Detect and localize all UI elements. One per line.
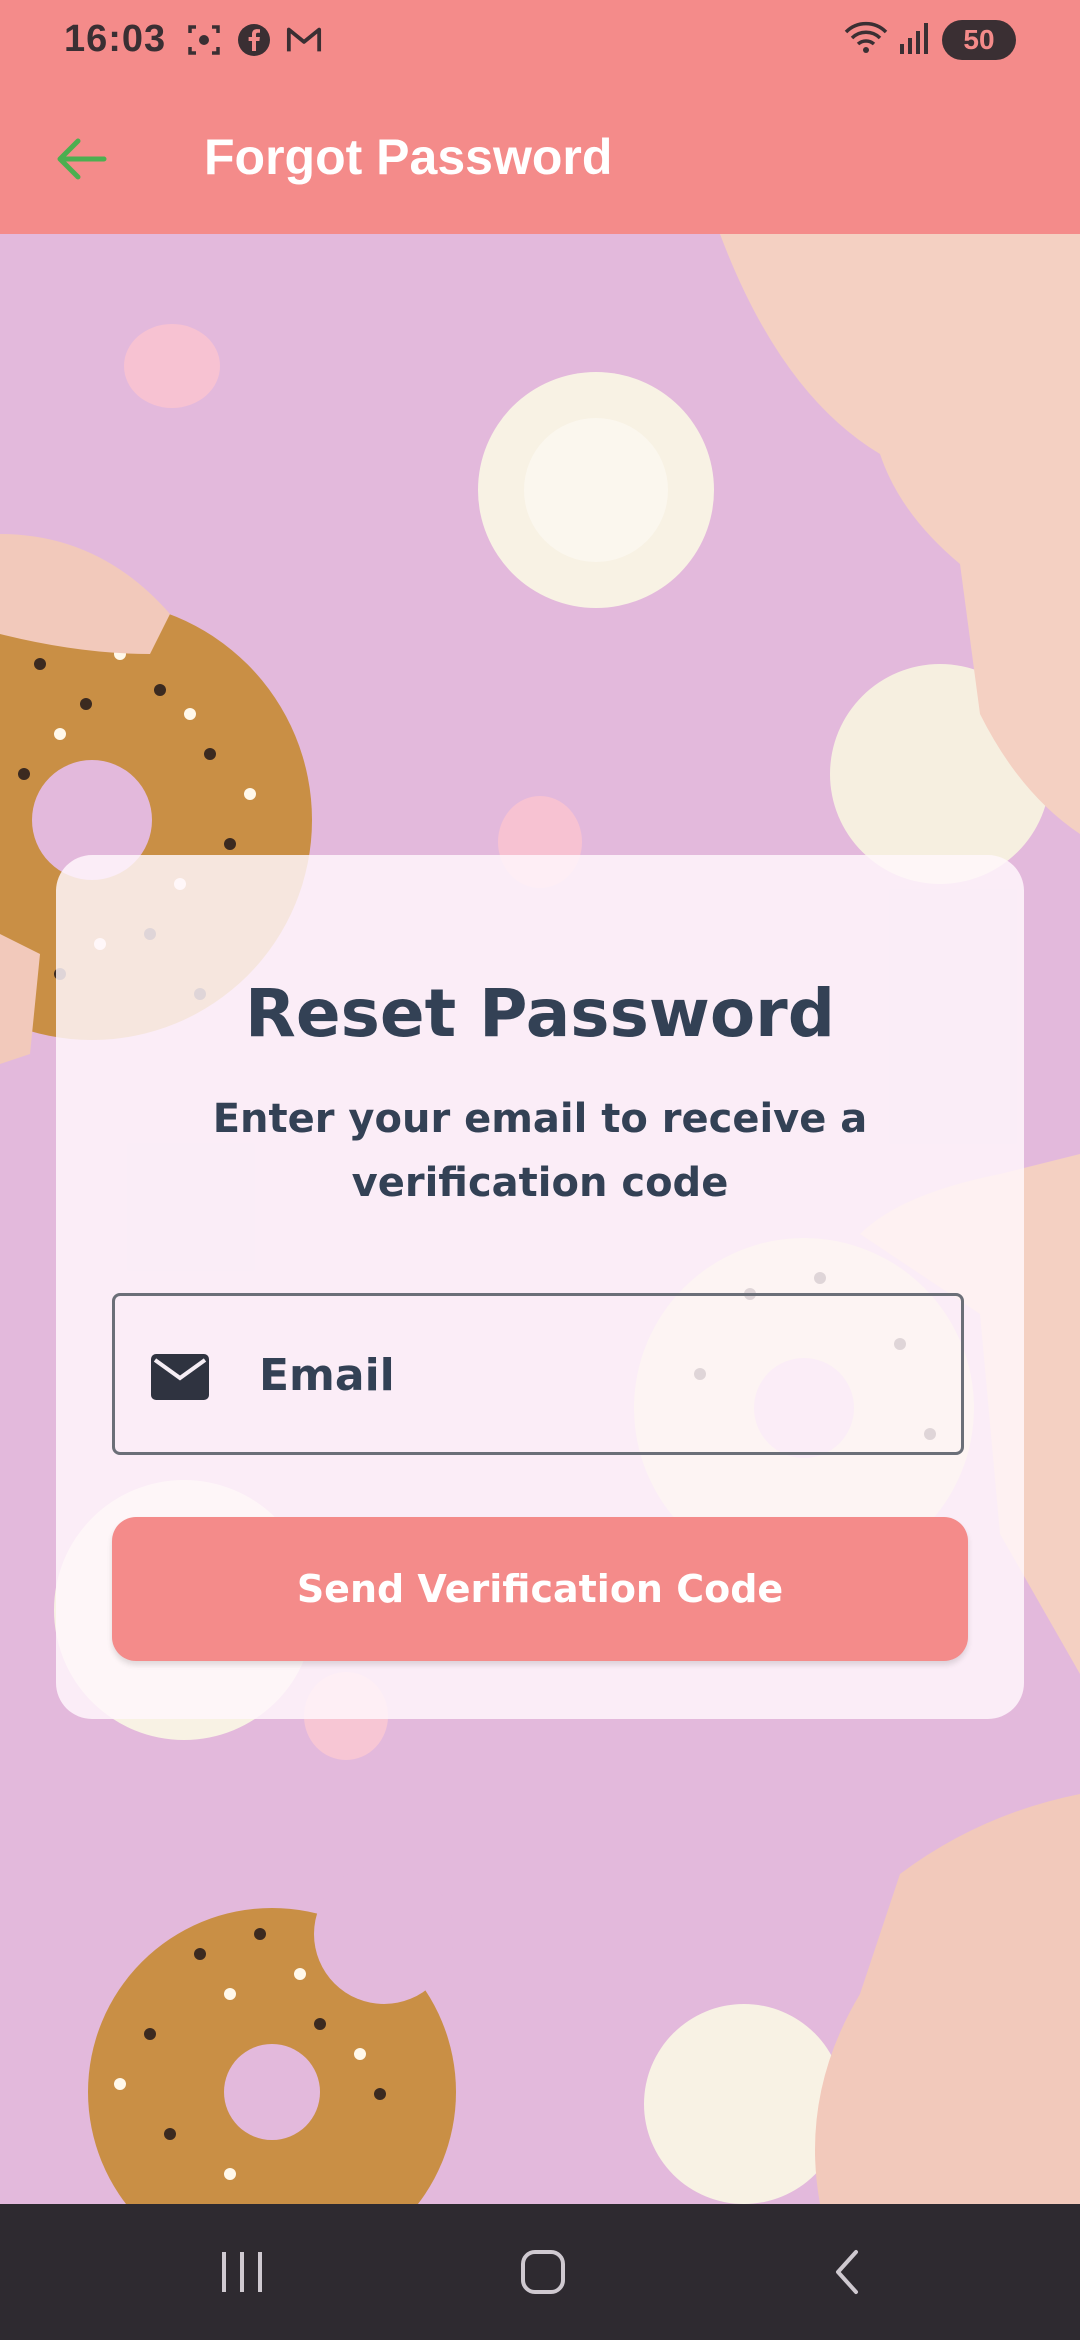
reset-password-card: Reset Password Enter your email to recei… (56, 855, 1024, 1719)
email-placeholder: Email (259, 1350, 395, 1401)
send-verification-code-button[interactable]: Send Verification Code (112, 1517, 968, 1661)
gmail-icon (286, 22, 322, 58)
nav-back-button[interactable] (808, 2240, 888, 2304)
back-icon (836, 2250, 858, 2294)
status-notification-icons (186, 22, 322, 58)
system-navigation-bar (0, 2204, 1080, 2340)
card-title: Reset Password (245, 975, 835, 1052)
app-bar: Forgot Password (0, 84, 1080, 234)
status-system-icons: 50 (844, 20, 1016, 60)
email-field[interactable]: Email (112, 1293, 964, 1455)
page-title: Forgot Password (204, 129, 613, 185)
facebook-icon (236, 22, 272, 58)
card-subtitle: Enter your email to receive a verificati… (212, 1096, 868, 1206)
arrow-left-icon (57, 138, 107, 180)
wifi-icon (844, 20, 888, 60)
signal-icon (898, 20, 932, 60)
battery-indicator: 50 (942, 20, 1016, 60)
mail-icon (151, 1354, 209, 1400)
recent-apps-button[interactable] (202, 2240, 282, 2304)
screenshot-icon (186, 22, 222, 58)
recent-apps-icon (222, 2252, 262, 2292)
home-icon (521, 2250, 565, 2294)
back-button[interactable] (46, 124, 116, 194)
status-bar: 16:03 50 (0, 0, 1080, 84)
status-time: 16:03 (64, 18, 167, 60)
home-button[interactable] (503, 2240, 583, 2304)
